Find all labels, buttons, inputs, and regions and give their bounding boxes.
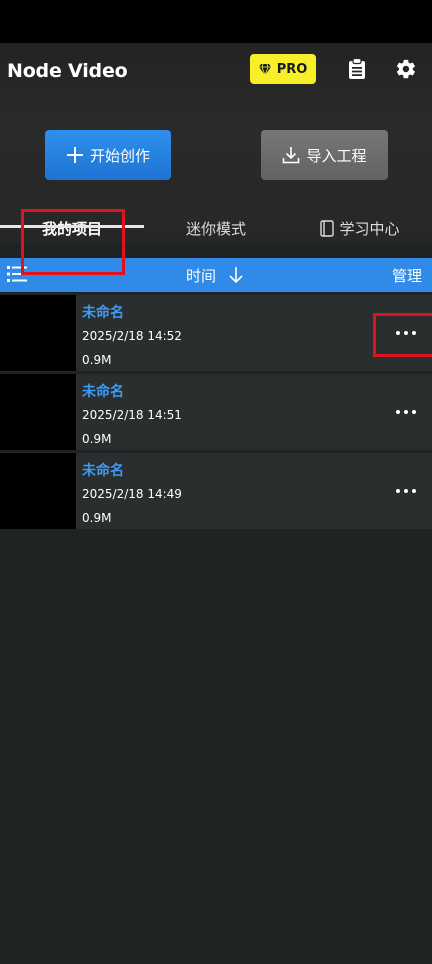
more-icon-dot — [412, 331, 416, 335]
app-screen: Node Video PRO 开始创作 导入工程 我的项目 迷你模式 学习中心 … — [0, 0, 432, 964]
project-more-button[interactable] — [388, 402, 424, 422]
settings-button[interactable] — [392, 55, 420, 83]
more-icon-dot — [412, 489, 416, 493]
more-icon — [396, 331, 400, 335]
app-title: Node Video — [7, 60, 128, 82]
project-size: 0.9M — [82, 511, 112, 525]
project-thumbnail[interactable] — [0, 374, 76, 450]
project-thumbnail[interactable] — [0, 453, 76, 529]
start-creating-label: 开始创作 — [89, 146, 150, 165]
header: Node Video PRO 开始创作 导入工程 我的项目 迷你模式 学习中心 — [0, 43, 432, 243]
tab-my-projects[interactable]: 我的项目 — [0, 213, 144, 243]
tab-learning-center-label: 学习中心 — [339, 219, 400, 238]
project-more-button[interactable] — [388, 323, 424, 343]
import-project-label: 导入工程 — [306, 146, 367, 165]
project-name: 未命名 — [82, 463, 124, 479]
project-more-button[interactable] — [388, 481, 424, 501]
project-item[interactable]: 未命名 2025/2/18 14:52 0.9M — [0, 295, 432, 371]
project-date: 2025/2/18 14:49 — [82, 487, 182, 501]
project-thumbnail[interactable] — [0, 295, 76, 371]
status-bar — [0, 0, 432, 43]
project-date: 2025/2/18 14:51 — [82, 408, 182, 422]
active-tab-indicator — [0, 225, 144, 228]
download-icon — [283, 147, 300, 164]
more-icon-dot — [404, 410, 408, 414]
pro-button[interactable]: PRO — [250, 54, 316, 84]
list-view-button[interactable] — [7, 266, 27, 286]
book-icon — [320, 219, 335, 237]
tab-bar: 我的项目 迷你模式 学习中心 — [0, 213, 432, 243]
project-name: 未命名 — [82, 305, 124, 321]
clipboard-icon — [349, 58, 365, 79]
more-icon-dot — [412, 410, 416, 414]
project-size: 0.9M — [82, 432, 112, 446]
project-date: 2025/2/18 14:52 — [82, 329, 182, 343]
import-project-button[interactable]: 导入工程 — [261, 130, 388, 180]
more-icon — [396, 489, 400, 493]
project-item[interactable]: 未命名 2025/2/18 14:49 0.9M — [0, 453, 432, 529]
project-item[interactable]: 未命名 2025/2/18 14:51 0.9M — [0, 374, 432, 450]
diamond-icon — [258, 63, 271, 75]
plus-icon — [66, 147, 83, 163]
sort-direction-button[interactable] — [228, 266, 244, 288]
more-icon-dot — [404, 331, 408, 335]
arrow-down-icon — [229, 267, 243, 284]
project-list: 未命名 2025/2/18 14:52 0.9M 未命名 2025/2/18 1… — [0, 295, 432, 532]
gear-icon — [396, 59, 415, 79]
start-creating-button[interactable]: 开始创作 — [45, 130, 171, 180]
sort-by-time-button[interactable]: 时间 — [186, 265, 216, 286]
more-icon — [396, 410, 400, 414]
tab-mini-mode[interactable]: 迷你模式 — [144, 213, 288, 243]
project-name: 未命名 — [82, 384, 124, 400]
more-icon-dot — [404, 489, 408, 493]
manage-button[interactable]: 管理 — [392, 265, 422, 286]
tab-my-projects-label: 我的项目 — [41, 219, 102, 238]
sort-bar: 时间 管理 — [0, 258, 432, 292]
project-size: 0.9M — [82, 353, 112, 367]
clipboard-button[interactable] — [344, 55, 370, 83]
tab-learning-center[interactable]: 学习中心 — [288, 213, 432, 243]
list-icon — [7, 266, 27, 282]
tab-mini-mode-label: 迷你模式 — [185, 219, 246, 238]
pro-label: PRO — [276, 61, 308, 77]
